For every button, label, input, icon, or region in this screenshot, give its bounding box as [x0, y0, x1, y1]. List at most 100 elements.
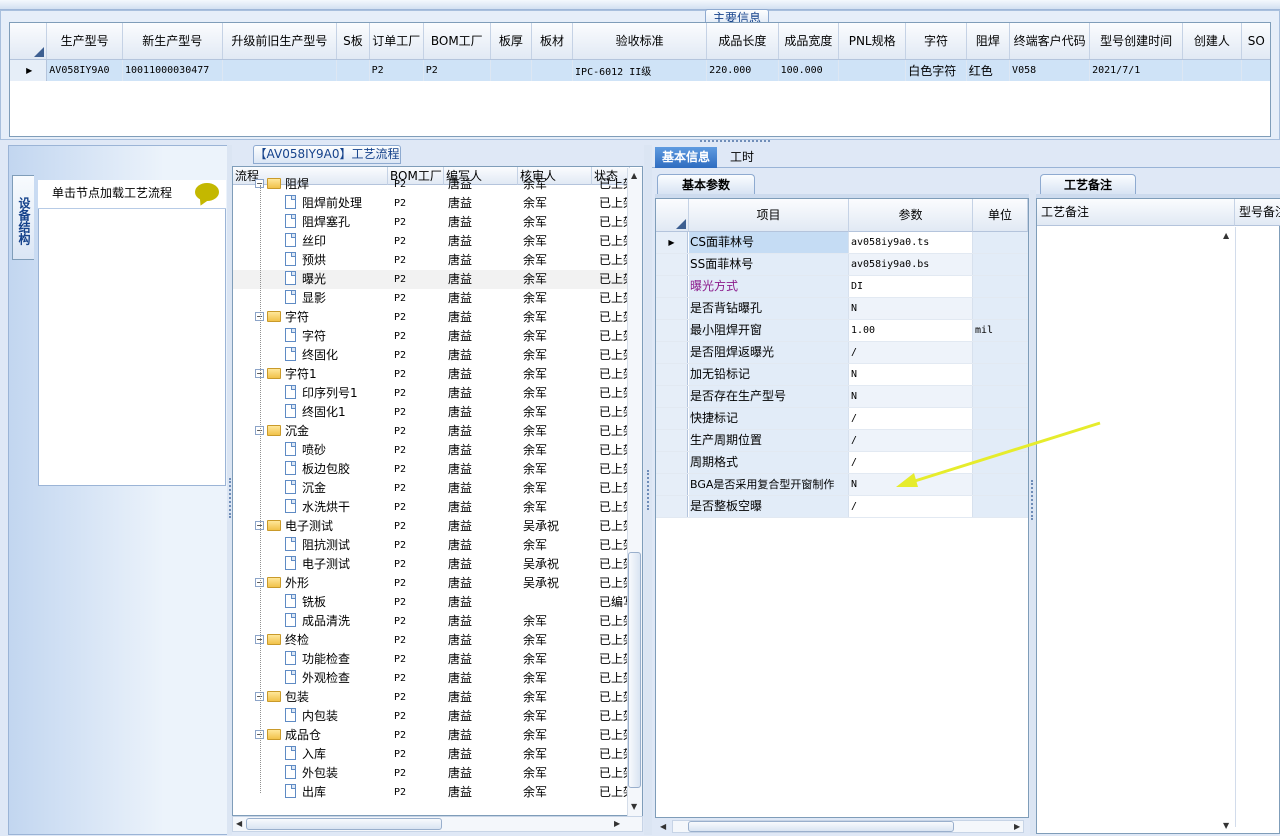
- tree-step-row[interactable]: 沉金 P2 唐益 余军 已上架: [233, 479, 630, 498]
- tree-group-row[interactable]: −电子测试P2唐益吴承祝已上架: [233, 517, 630, 536]
- tree-step-row[interactable]: 板边包胶 P2 唐益 余军 已上架: [233, 460, 630, 479]
- scroll-left-icon[interactable]: ◀: [236, 819, 242, 828]
- tree-step-row[interactable]: 曝光 P2 唐益 余军 已上架: [233, 270, 630, 289]
- tree-group-row[interactable]: −字符P2唐益余军已上架: [233, 308, 630, 327]
- tree-step-row[interactable]: 印序列号1 P2 唐益 余军 已上架: [233, 384, 630, 403]
- horizontal-splitter-grip[interactable]: [700, 140, 770, 145]
- params-column-header[interactable]: 参数: [849, 199, 973, 232]
- table-cell[interactable]: IPC-6012 II级: [572, 59, 708, 81]
- param-value[interactable]: 1.00: [849, 320, 973, 341]
- process-tree[interactable]: 流程BOM工厂编写人核审人状态 −阻焊P2唐益余军已上架阻焊前处理P2唐益余军已…: [232, 166, 643, 816]
- tree-step-row[interactable]: 铣板 P2 唐益 已编写: [233, 593, 630, 612]
- table-cell[interactable]: V058: [1009, 59, 1091, 81]
- params-row[interactable]: 是否存在生产型号 N: [656, 386, 1028, 408]
- tree-step-row[interactable]: 内包装 P2 唐益 余军 已上架: [233, 707, 630, 726]
- tree-group-row[interactable]: −阻焊P2唐益余军已上架: [233, 175, 630, 194]
- column-header[interactable]: 字符: [905, 23, 967, 60]
- param-value[interactable]: N: [849, 364, 973, 385]
- param-value[interactable]: DI: [849, 276, 973, 297]
- basic-params-grid[interactable]: 项目 参数 单位 ▶ CS面菲林号 av058iy9a0.ts SS面菲林号 av058iy…: [655, 198, 1029, 818]
- table-cell[interactable]: 白色字符: [905, 59, 967, 81]
- column-header[interactable]: 创建人: [1182, 23, 1242, 60]
- params-row[interactable]: 最小阻焊开窗 1.00 mil: [656, 320, 1028, 342]
- table-cell[interactable]: [838, 59, 907, 81]
- remark-grid[interactable]: 工艺备注 型号备注 ▲ ▼: [1036, 198, 1280, 834]
- column-header[interactable]: 升级前旧生产型号: [222, 23, 338, 60]
- tree-step-row[interactable]: 水洗烘干 P2 唐益 余军 已上架: [233, 498, 630, 517]
- table-cell[interactable]: 100.000: [778, 59, 840, 81]
- main-info-grid[interactable]: 生产型号 新生产型号 升级前旧生产型号 S板 订单工厂 BOM工厂 板厚 板材 验收标准 成品长度…: [9, 22, 1271, 137]
- params-hscroll-thumb[interactable]: [688, 821, 954, 832]
- table-cell[interactable]: [222, 59, 338, 81]
- tree-step-row[interactable]: 入库 P2 唐益 余军 已上架: [233, 745, 630, 764]
- tree-step-row[interactable]: 字符 P2 唐益 余军 已上架: [233, 327, 630, 346]
- table-cell[interactable]: [531, 59, 574, 81]
- tree-step-row[interactable]: 成品清洗 P2 唐益 余军 已上架: [233, 612, 630, 631]
- tree-group-row[interactable]: −成品仓P2唐益余军已上架: [233, 726, 630, 745]
- tab-work-hours[interactable]: 工时: [722, 147, 762, 168]
- tab-basic-params[interactable]: 基本参数: [657, 174, 755, 194]
- table-cell[interactable]: [1182, 59, 1242, 81]
- tab-process-remark[interactable]: 工艺备注: [1040, 174, 1136, 194]
- table-cell[interactable]: [1241, 59, 1270, 81]
- column-header[interactable]: SO: [1241, 23, 1270, 60]
- column-header[interactable]: 成品长度: [706, 23, 779, 60]
- params-column-header[interactable]: 项目: [689, 199, 849, 232]
- scroll-right-icon[interactable]: ▶: [614, 819, 620, 828]
- column-header[interactable]: 板材: [531, 23, 574, 60]
- column-header[interactable]: 型号创建时间: [1089, 23, 1184, 60]
- column-header[interactable]: 验收标准: [572, 23, 708, 60]
- tree-hscroll-thumb[interactable]: [246, 818, 442, 830]
- tree-step-row[interactable]: 预烘 P2 唐益 余军 已上架: [233, 251, 630, 270]
- table-cell[interactable]: 红色: [966, 59, 1011, 81]
- scroll-down-icon[interactable]: ▼: [1223, 821, 1229, 830]
- tree-step-row[interactable]: 阻抗测试 P2 唐益 余军 已上架: [233, 536, 630, 555]
- scroll-left-icon[interactable]: ◀: [660, 822, 666, 831]
- tree-step-row[interactable]: 外观检查 P2 唐益 余军 已上架: [233, 669, 630, 688]
- table-cell[interactable]: P2: [423, 59, 491, 81]
- param-value[interactable]: av058iy9a0.ts: [849, 232, 973, 253]
- tree-group-row[interactable]: −沉金P2唐益余军已上架: [233, 422, 630, 441]
- tab-basic-info[interactable]: 基本信息: [655, 147, 717, 168]
- param-value[interactable]: N: [849, 386, 973, 407]
- tree-step-row[interactable]: 功能检查 P2 唐益 余军 已上架: [233, 650, 630, 669]
- tree-group-row[interactable]: −字符1P2唐益余军已上架: [233, 365, 630, 384]
- column-header[interactable]: 终端客户代码: [1009, 23, 1091, 60]
- tree-step-row[interactable]: 外包装 P2 唐益 余军 已上架: [233, 764, 630, 783]
- tree-group-row[interactable]: −包装P2唐益余军已上架: [233, 688, 630, 707]
- tree-step-row[interactable]: 阻焊前处理 P2 唐益 余军 已上架: [233, 194, 630, 213]
- column-header[interactable]: 订单工厂: [369, 23, 424, 60]
- scroll-up-icon[interactable]: ▲: [1223, 231, 1229, 240]
- tree-group-row[interactable]: −终检P2唐益余军已上架: [233, 631, 630, 650]
- table-cell[interactable]: P2: [369, 59, 424, 81]
- scroll-down-icon[interactable]: ▼: [631, 802, 637, 811]
- params-row[interactable]: SS面菲林号 av058iy9a0.bs: [656, 254, 1028, 276]
- tree-step-row[interactable]: 出库 P2 唐益 余军 已上架: [233, 783, 630, 802]
- column-header[interactable]: 板厚: [490, 23, 532, 60]
- table-cell[interactable]: [336, 59, 370, 81]
- tree-step-row[interactable]: 丝印 P2 唐益 余军 已上架: [233, 232, 630, 251]
- tree-step-row[interactable]: 终固化1 P2 唐益 余军 已上架: [233, 403, 630, 422]
- params-row[interactable]: 加无铅标记 N: [656, 364, 1028, 386]
- params-column-header[interactable]: 单位: [973, 199, 1028, 232]
- column-header[interactable]: 新生产型号: [122, 23, 223, 60]
- table-cell[interactable]: 10011000030477: [122, 59, 223, 81]
- column-header[interactable]: 成品宽度: [778, 23, 840, 60]
- params-row[interactable]: 曝光方式 DI: [656, 276, 1028, 298]
- tree-step-row[interactable]: 喷砂 P2 唐益 余军 已上架: [233, 441, 630, 460]
- column-header[interactable]: BOM工厂: [423, 23, 491, 60]
- table-cell[interactable]: 2021/7/1: [1089, 59, 1184, 81]
- column-header[interactable]: 阻焊: [966, 23, 1011, 60]
- table-cell[interactable]: AV058IY9A0: [46, 59, 123, 81]
- tree-step-row[interactable]: 电子测试 P2 唐益 吴承祝 已上架: [233, 555, 630, 574]
- param-value[interactable]: /: [849, 342, 973, 363]
- tree-group-row[interactable]: −外形P2唐益吴承祝已上架: [233, 574, 630, 593]
- tree-step-row[interactable]: 显影 P2 唐益 余军 已上架: [233, 289, 630, 308]
- table-cell[interactable]: 220.000: [706, 59, 779, 81]
- params-row[interactable]: ▶ CS面菲林号 av058iy9a0.ts: [656, 232, 1028, 254]
- tab-equipment-structure[interactable]: 设备结构: [12, 175, 34, 260]
- param-value[interactable]: av058iy9a0.bs: [849, 254, 973, 275]
- scroll-up-icon[interactable]: ▲: [631, 171, 637, 180]
- params-row[interactable]: 是否阻焊返曝光 /: [656, 342, 1028, 364]
- column-header[interactable]: 生产型号: [46, 23, 123, 60]
